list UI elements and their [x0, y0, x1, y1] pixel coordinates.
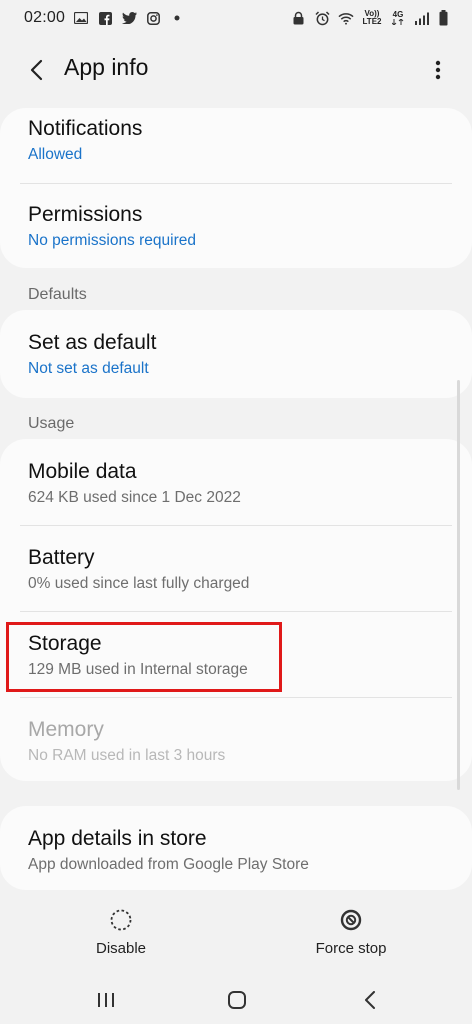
card-store: App details in store App downloaded from…	[0, 806, 472, 890]
app-details-subtitle: App downloaded from Google Play Store	[28, 856, 309, 873]
signal-4g-icon: 4G	[390, 10, 406, 26]
wifi-icon	[338, 10, 354, 26]
twitter-icon	[121, 10, 137, 26]
notifications-subtitle: Allowed	[28, 146, 83, 163]
divider	[20, 611, 452, 612]
card-app-settings: Notifications Allowed Permissions No per…	[0, 108, 472, 268]
disable-label: Disable	[95, 940, 147, 957]
scrollbar[interactable]	[457, 380, 460, 790]
force-stop-icon	[340, 909, 362, 931]
back-nav-icon[interactable]	[352, 985, 388, 1015]
alarm-icon	[314, 10, 330, 26]
app-bar: App info	[0, 40, 472, 100]
navigation-bar	[0, 975, 472, 1024]
divider	[20, 525, 452, 526]
battery-item[interactable]: Battery 0% used since last fully charged	[0, 545, 472, 611]
memory-title: Memory	[28, 718, 104, 741]
permissions-item[interactable]: Permissions No permissions required	[0, 202, 472, 268]
force-stop-button[interactable]: Force stop	[276, 900, 426, 957]
divider	[20, 697, 452, 698]
mobile-data-title: Mobile data	[28, 460, 137, 483]
dot-icon	[169, 10, 185, 26]
mobile-data-subtitle: 624 KB used since 1 Dec 2022	[28, 489, 241, 506]
status-bar-right: Vo)) LTE2 4G	[290, 10, 448, 26]
permissions-subtitle: No permissions required	[28, 232, 196, 249]
card-defaults: Set as default Not set as default	[0, 310, 472, 398]
battery-subtitle: 0% used since last fully charged	[28, 575, 250, 592]
memory-item: Memory No RAM used in last 3 hours	[0, 717, 472, 777]
set-as-default-title: Set as default	[28, 331, 157, 354]
card-usage: Mobile data 624 KB used since 1 Dec 2022…	[0, 439, 472, 781]
status-time: 02:00	[24, 9, 66, 26]
battery-title: Battery	[28, 546, 95, 569]
battery-icon	[438, 10, 448, 26]
storage-highlight-box	[6, 622, 282, 692]
notifications-title: Notifications	[28, 117, 143, 140]
facebook-icon	[97, 10, 113, 26]
instagram-icon	[145, 10, 161, 26]
disable-icon	[110, 909, 132, 931]
section-header-usage: Usage	[28, 415, 75, 432]
force-stop-label: Force stop	[315, 940, 387, 957]
permissions-title: Permissions	[28, 203, 143, 226]
home-icon[interactable]	[219, 985, 255, 1015]
notifications-item[interactable]: Notifications Allowed	[0, 116, 472, 192]
status-bar: 02:00 Vo)) LTE2 4G	[0, 0, 472, 36]
set-as-default-subtitle: Not set as default	[28, 360, 149, 377]
app-details-title: App details in store	[28, 827, 207, 850]
app-details-item[interactable]: App details in store App downloaded from…	[0, 826, 472, 886]
volte-icon: Vo)) LTE2	[362, 10, 382, 26]
mobile-data-item[interactable]: Mobile data 624 KB used since 1 Dec 2022	[0, 459, 472, 525]
volte-label-bottom: LTE2	[362, 17, 382, 26]
lock-icon	[290, 10, 306, 26]
chevron-left-icon[interactable]	[22, 56, 50, 84]
more-vert-icon[interactable]	[428, 56, 448, 84]
section-header-defaults: Defaults	[28, 286, 87, 303]
bottom-actions: Disable Force stop	[0, 900, 472, 970]
divider	[20, 183, 452, 184]
disable-button[interactable]: Disable	[46, 900, 196, 957]
memory-subtitle: No RAM used in last 3 hours	[28, 747, 226, 764]
page-title: App info	[64, 54, 149, 80]
set-as-default-item[interactable]: Set as default Not set as default	[0, 330, 472, 390]
network-label: 4G	[392, 10, 404, 19]
signal-icon	[414, 10, 430, 26]
image-icon	[73, 10, 89, 26]
status-bar-left: 02:00	[24, 9, 185, 27]
recents-icon[interactable]	[88, 985, 124, 1015]
